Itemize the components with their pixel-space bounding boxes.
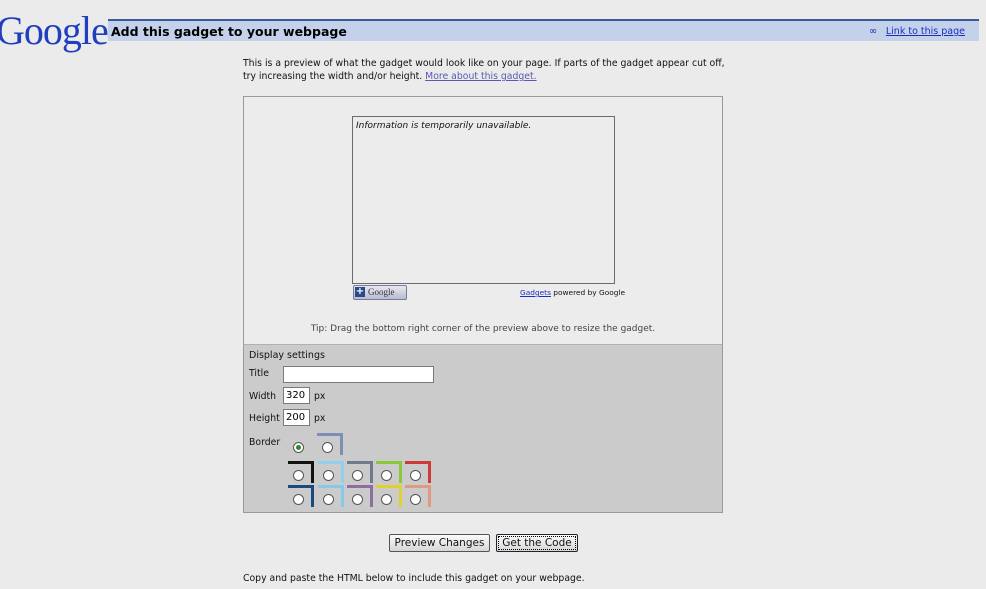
border-label: Border [249, 437, 281, 448]
border-radio [352, 494, 363, 505]
header-bar: Add this gadget to your webpage ∞ Link t… [108, 21, 979, 41]
preview-changes-button[interactable]: Preview Changes [389, 534, 490, 552]
title-label: Title [249, 368, 269, 379]
intro-text: This is a preview of what the gadget wou… [243, 57, 733, 83]
border-option-dark-blue[interactable] [288, 485, 314, 507]
page-title: Add this gadget to your webpage [111, 24, 347, 39]
google-logo: GoogleTM [0, 8, 118, 54]
border-radio [322, 442, 333, 453]
gadget-preview-area: Information is temporarily unavailable. … [243, 96, 723, 345]
border-radio [352, 470, 363, 481]
border-radio-selected [293, 442, 304, 453]
gadgets-link[interactable]: Gadgets [520, 288, 551, 297]
intro-line-2: try increasing the width and/or height. [243, 71, 423, 82]
height-unit: px [314, 413, 326, 424]
powered-by-google: Gadgets powered by Google [520, 288, 625, 297]
display-settings-heading: Display settings [249, 350, 325, 361]
border-radio [293, 470, 304, 481]
border-radio [381, 470, 392, 481]
link-to-this-page[interactable]: ∞ Link to this page [869, 26, 965, 37]
link-icon: ∞ [868, 26, 878, 37]
gadget-message: Information is temporarily unavailable. [356, 121, 532, 131]
border-option-black[interactable] [288, 461, 314, 483]
border-option-none[interactable] [288, 433, 314, 455]
border-radio [323, 470, 334, 481]
display-settings-panel: Display settings Title Width px Height p… [243, 344, 723, 513]
width-label: Width [249, 391, 277, 402]
border-option-green[interactable] [376, 461, 402, 483]
border-radio [323, 494, 334, 505]
border-radio [410, 470, 421, 481]
width-unit: px [314, 391, 326, 402]
plus-icon: + [355, 286, 365, 297]
get-the-code-button[interactable]: Get the Code [496, 534, 578, 552]
add-to-google-label: Google [368, 287, 395, 297]
border-radio [381, 494, 392, 505]
height-label: Height [249, 413, 280, 424]
border-radio [410, 494, 421, 505]
border-option-sky[interactable] [318, 485, 344, 507]
add-to-google-button[interactable]: + Google [353, 285, 407, 300]
height-input[interactable] [283, 409, 310, 426]
logo-text: Google [0, 8, 109, 53]
border-option-blue-gray[interactable] [317, 433, 343, 455]
border-option-yellow[interactable] [376, 485, 402, 507]
powered-by-text: powered by Google [553, 288, 626, 297]
title-input[interactable] [283, 366, 434, 383]
border-option-red[interactable] [405, 461, 431, 483]
border-option-purple[interactable] [347, 485, 373, 507]
more-about-gadget-link[interactable]: More about this gadget. [425, 71, 536, 82]
resize-tip: Tip: Drag the bottom right corner of the… [310, 324, 656, 334]
border-option-slate[interactable] [347, 461, 373, 483]
width-input[interactable] [283, 387, 310, 404]
link-to-this-page-label: Link to this page [885, 26, 965, 37]
copy-paste-instructions: Copy and paste the HTML below to include… [243, 573, 585, 584]
border-radio [293, 494, 304, 505]
gadget-preview-frame[interactable]: Information is temporarily unavailable. [352, 116, 615, 284]
intro-line-1: This is a preview of what the gadget wou… [243, 58, 725, 69]
border-option-orange[interactable] [405, 485, 431, 507]
border-option-light-blue[interactable] [318, 461, 344, 483]
